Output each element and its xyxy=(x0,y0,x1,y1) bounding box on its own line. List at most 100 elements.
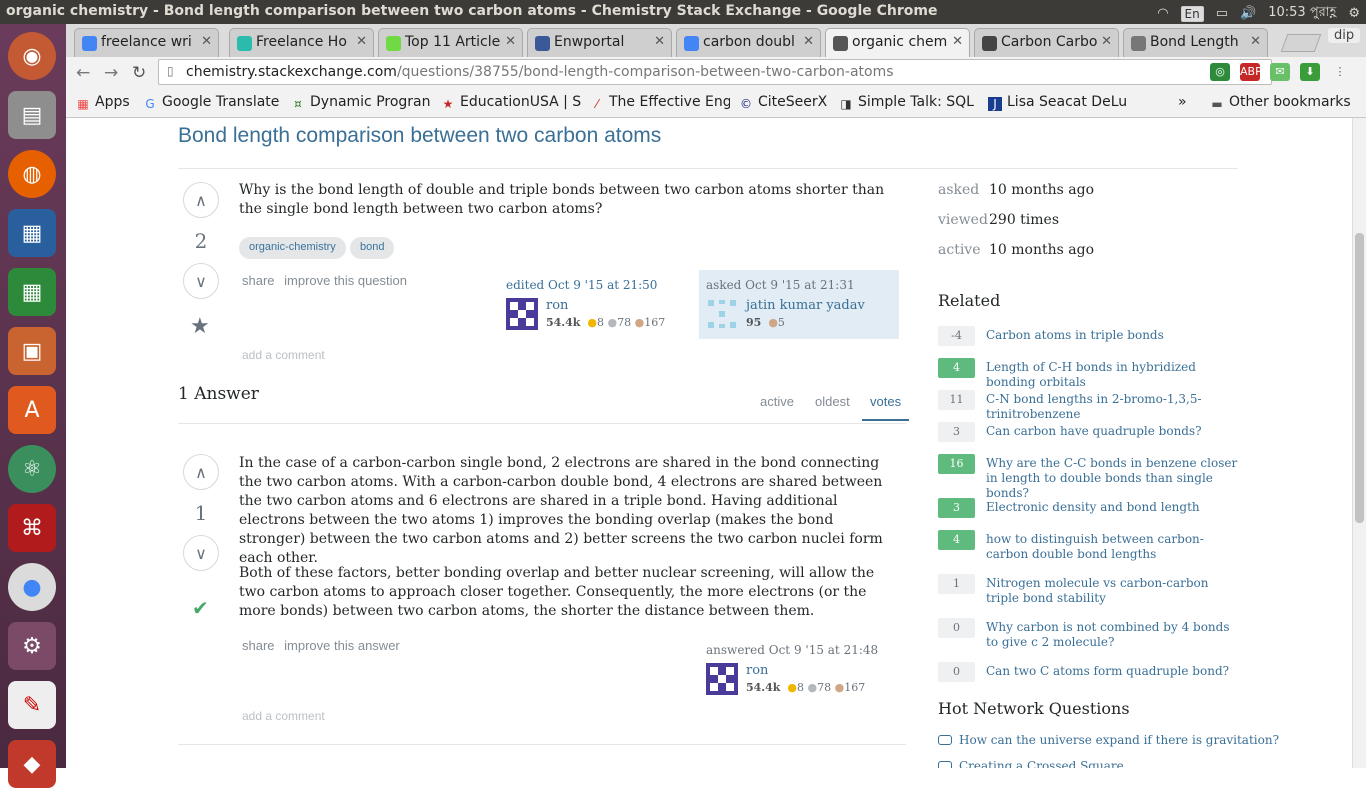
add-comment-link[interactable]: add a comment xyxy=(242,709,325,723)
tag-organic-chemistry[interactable]: organic-chemistry xyxy=(239,237,346,259)
close-icon[interactable]: ✕ xyxy=(952,34,963,49)
address-bar[interactable]: ▯ chemistry.stackexchange.com/questions/… xyxy=(158,59,1272,85)
hot-question-link[interactable]: Creating a Crossed Square xyxy=(938,759,1124,768)
tab-1[interactable]: freelance wri ✕ xyxy=(74,28,219,57)
question-title[interactable]: Bond length comparison between two carbo… xyxy=(178,124,661,148)
battery-icon[interactable]: ▭ xyxy=(1216,6,1228,21)
settings-gear-icon[interactable]: ⚙ xyxy=(1348,6,1360,21)
bookmark-lisa-seacat[interactable]: J Lisa Seacat DeLu xyxy=(988,94,1128,111)
tab-3[interactable]: Top 11 Article ✕ xyxy=(378,28,523,57)
ubuntu-dash-icon[interactable]: ◉ xyxy=(8,32,56,80)
related-score: 3 xyxy=(938,422,975,442)
tab-2[interactable]: Freelance Ho ✕ xyxy=(229,28,374,57)
related-link[interactable]: Nitrogen molecule vs carbon-carbon tripl… xyxy=(986,576,1238,606)
adblock-icon[interactable]: ABP xyxy=(1240,63,1262,81)
downvote-button[interactable]: ∨ xyxy=(183,263,219,299)
tab-label: Freelance Ho xyxy=(256,34,347,50)
acrobat-icon[interactable]: ⌘ xyxy=(8,504,56,552)
menu-icon[interactable]: ⋮ xyxy=(1330,63,1350,81)
related-link[interactable]: Length of C-H bonds in hybridized bondin… xyxy=(986,360,1238,390)
keyboard-indicator[interactable]: En xyxy=(1180,5,1204,22)
improve-answer-link[interactable]: improve this answer xyxy=(284,638,400,653)
download-extension-icon[interactable]: ⬇ xyxy=(1300,63,1320,81)
bookmark-dynamic-programming[interactable]: ¤ Dynamic Progran xyxy=(291,94,431,111)
editor-avatar[interactable] xyxy=(506,298,538,330)
share-link[interactable]: share xyxy=(242,638,275,653)
asker-name[interactable]: jatin kumar yadav xyxy=(746,298,865,313)
bookmark-google-translate[interactable]: G Google Translate xyxy=(143,94,283,111)
close-icon[interactable]: ✕ xyxy=(803,34,814,49)
edited-link[interactable]: edited Oct 9 '15 at 21:50 xyxy=(506,278,657,292)
bookmark-citeseerx[interactable]: © CiteSeerX xyxy=(739,94,831,111)
tab-5[interactable]: carbon doubl ✕ xyxy=(676,28,821,57)
extension-icon[interactable]: ◎ xyxy=(1210,63,1230,81)
answer-downvote-button[interactable]: ∨ xyxy=(183,535,219,571)
chrome-icon[interactable]: ● xyxy=(8,563,56,611)
share-link[interactable]: share xyxy=(242,273,275,288)
editor-name[interactable]: ron xyxy=(546,298,568,313)
tag-bond[interactable]: bond xyxy=(350,237,395,259)
improve-question-link[interactable]: improve this question xyxy=(284,273,407,288)
app-icon[interactable]: ◆ xyxy=(8,740,56,788)
software-center-icon[interactable]: A xyxy=(8,386,56,434)
bookmark-educationusa[interactable]: ★ EducationUSA | S xyxy=(441,94,581,111)
question-menu: share improve this question xyxy=(242,273,413,288)
impress-icon[interactable]: ▣ xyxy=(8,327,56,375)
system-settings-icon[interactable]: ⚙ xyxy=(8,622,56,670)
answerer-avatar[interactable] xyxy=(706,663,738,695)
related-link[interactable]: Electronic density and bond length xyxy=(986,500,1238,515)
tab-8[interactable]: Bond Length ✕ xyxy=(1123,28,1268,57)
related-link[interactable]: Can two C atoms form quadruple bond? xyxy=(986,664,1238,679)
bookmark-effective-engineer[interactable]: ⁄ The Effective Eng xyxy=(590,94,730,111)
clock[interactable]: 10:53 পুরাহ্ণ xyxy=(1268,3,1336,24)
reload-icon[interactable]: ↻ xyxy=(132,63,146,83)
upvote-button[interactable]: ∧ xyxy=(183,182,219,218)
tab-votes[interactable]: votes xyxy=(862,394,910,421)
close-icon[interactable]: ✕ xyxy=(201,34,212,49)
related-link[interactable]: how to distinguish between carbon-carbon… xyxy=(986,532,1238,562)
tab-7[interactable]: Carbon Carbo ✕ xyxy=(974,28,1119,57)
atom-icon[interactable]: ⚛ xyxy=(8,445,56,493)
related-link[interactable]: Why are the C-C bonds in benzene closer … xyxy=(986,456,1238,501)
add-comment-link[interactable]: add a comment xyxy=(242,348,325,362)
writer-icon[interactable]: ▦ xyxy=(8,209,56,257)
hot-question-link[interactable]: How can the universe expand if there is … xyxy=(938,733,1279,747)
answer-upvote-button[interactable]: ∧ xyxy=(183,454,219,490)
related-link[interactable]: Can carbon have quadruple bonds? xyxy=(986,424,1238,439)
page-scrollbar[interactable] xyxy=(1352,118,1366,768)
asker-avatar[interactable] xyxy=(706,298,738,330)
bookmark-simple-talk[interactable]: ◨ Simple Talk: SQL xyxy=(839,94,979,111)
close-icon[interactable]: ✕ xyxy=(654,34,665,49)
related-link[interactable]: Why carbon is not combined by 4 bonds to… xyxy=(986,620,1238,650)
related-link[interactable]: Carbon atoms in triple bonds xyxy=(986,328,1238,343)
new-tab-button[interactable] xyxy=(1280,34,1322,52)
forward-arrow-icon[interactable]: → xyxy=(104,63,118,83)
chevron-more-icon[interactable]: » xyxy=(1178,94,1187,110)
calc-icon[interactable]: ▦ xyxy=(8,268,56,316)
close-icon[interactable]: ✕ xyxy=(1101,34,1112,49)
back-arrow-icon[interactable]: ← xyxy=(76,63,90,83)
wifi-icon[interactable]: ◠ xyxy=(1157,6,1168,21)
close-icon[interactable]: ✕ xyxy=(1250,34,1261,49)
tab-6[interactable]: organic chem ✕ xyxy=(825,28,970,57)
tab-4[interactable]: Enwportal ✕ xyxy=(527,28,672,57)
browser-chrome: freelance wri ✕ Freelance Ho ✕ Top 11 Articl… xyxy=(66,24,1366,118)
tab-oldest[interactable]: oldest xyxy=(815,394,850,409)
other-bookmarks[interactable]: ▬ Other bookmarks xyxy=(1210,94,1350,111)
files-icon[interactable]: ▤ xyxy=(8,91,56,139)
answers-count-header: 1 Answer xyxy=(178,384,259,404)
close-icon[interactable]: ✕ xyxy=(356,34,367,49)
bookmark-apps[interactable]: ▦ Apps xyxy=(76,94,129,111)
answerer-name[interactable]: ron xyxy=(746,663,768,678)
text-editor-icon[interactable]: ✎ xyxy=(8,681,56,729)
tab-active[interactable]: active xyxy=(760,394,794,409)
favorite-star-icon[interactable]: ★ xyxy=(190,314,210,339)
firefox-icon[interactable]: ◍ xyxy=(8,150,56,198)
close-icon[interactable]: ✕ xyxy=(505,34,516,49)
related-link[interactable]: C-N bond lengths in 2-bromo-1,3,5-trinit… xyxy=(986,392,1238,422)
tab-label: Enwportal xyxy=(554,34,625,50)
extension-icon[interactable]: ✉ xyxy=(1270,63,1290,81)
profile-button[interactable]: dip xyxy=(1328,28,1361,43)
scrollbar-thumb[interactable] xyxy=(1355,233,1364,523)
volume-icon[interactable]: 🔊 xyxy=(1240,6,1256,21)
